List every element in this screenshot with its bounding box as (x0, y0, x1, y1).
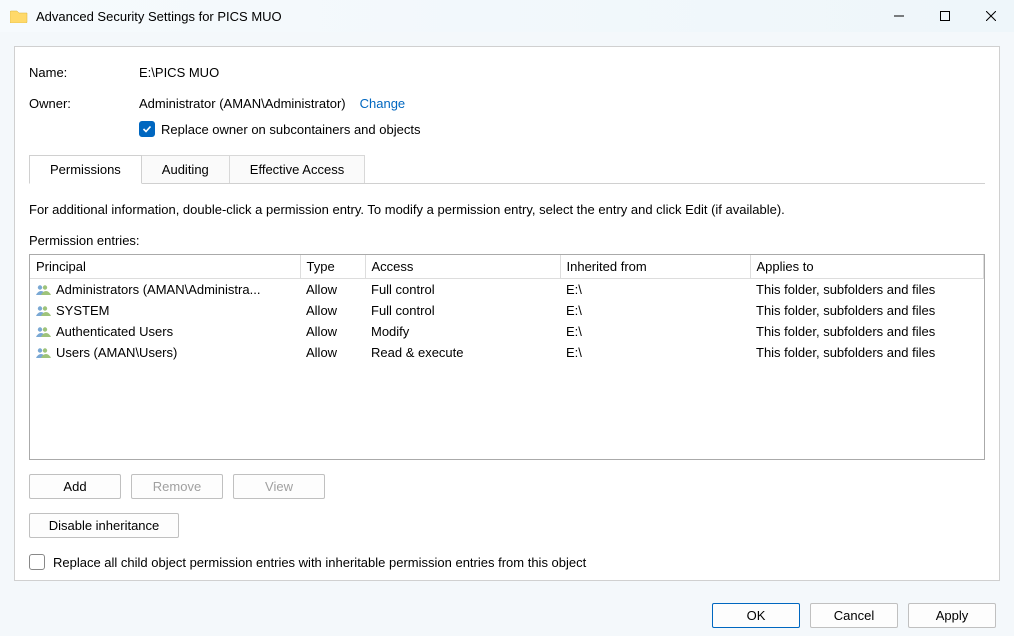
group-icon (36, 284, 52, 296)
cell-principal: Authenticated Users (56, 324, 173, 339)
replace-child-checkbox[interactable] (29, 554, 45, 570)
apply-button[interactable]: Apply (908, 603, 996, 628)
replace-owner-row[interactable]: Replace owner on subcontainers and objec… (139, 121, 985, 137)
owner-row: Owner: Administrator (AMAN\Administrator… (29, 96, 985, 111)
close-button[interactable] (968, 0, 1014, 32)
cell-access: Full control (365, 300, 560, 321)
view-button: View (233, 474, 325, 499)
tab-panel-permissions: For additional information, double-click… (29, 183, 985, 570)
cell-inherited: E:\ (560, 342, 750, 363)
replace-owner-checkbox[interactable] (139, 121, 155, 137)
window-title: Advanced Security Settings for PICS MUO (36, 9, 876, 24)
remove-button: Remove (131, 474, 223, 499)
cell-applies: This folder, subfolders and files (750, 342, 984, 363)
col-access[interactable]: Access (365, 255, 560, 279)
permissions-table[interactable]: Principal Type Access Inherited from App… (29, 254, 985, 460)
table-row[interactable]: Authenticated Users AllowModifyE:\This fo… (30, 321, 984, 342)
cell-access: Full control (365, 279, 560, 301)
content-frame: Name: E:\PICS MUO Owner: Administrator (… (14, 46, 1000, 581)
col-principal[interactable]: Principal (30, 255, 300, 279)
minimize-button[interactable] (876, 0, 922, 32)
owner-value: Administrator (AMAN\Administrator) (139, 96, 346, 111)
cell-principal: Administrators (AMAN\Administra... (56, 282, 260, 297)
cell-type: Allow (300, 321, 365, 342)
tab-effective-access[interactable]: Effective Access (229, 155, 365, 184)
col-applies[interactable]: Applies to (750, 255, 984, 279)
name-value: E:\PICS MUO (139, 65, 219, 80)
folder-icon (10, 9, 28, 23)
cell-access: Read & execute (365, 342, 560, 363)
cell-applies: This folder, subfolders and files (750, 321, 984, 342)
tab-permissions[interactable]: Permissions (29, 155, 142, 184)
cell-type: Allow (300, 300, 365, 321)
cell-type: Allow (300, 279, 365, 301)
replace-owner-label: Replace owner on subcontainers and objec… (161, 122, 420, 137)
tab-auditing[interactable]: Auditing (141, 155, 230, 184)
ok-button[interactable]: OK (712, 603, 800, 628)
col-inherited[interactable]: Inherited from (560, 255, 750, 279)
table-row[interactable]: Administrators (AMAN\Administra... AllowF… (30, 279, 984, 301)
tab-strip: Permissions Auditing Effective Access (29, 155, 985, 184)
name-row: Name: E:\PICS MUO (29, 65, 985, 80)
entries-heading: Permission entries: (29, 233, 985, 248)
name-label: Name: (29, 65, 139, 80)
add-button[interactable]: Add (29, 474, 121, 499)
table-row[interactable]: SYSTEM AllowFull controlE:\This folder, s… (30, 300, 984, 321)
dialog-buttons: OK Cancel Apply (0, 595, 1014, 636)
cell-type: Allow (300, 342, 365, 363)
replace-child-label: Replace all child object permission entr… (53, 555, 586, 570)
titlebar: Advanced Security Settings for PICS MUO (0, 0, 1014, 32)
cell-inherited: E:\ (560, 300, 750, 321)
cell-principal: Users (AMAN\Users) (56, 345, 177, 360)
maximize-button[interactable] (922, 0, 968, 32)
cell-applies: This folder, subfolders and files (750, 279, 984, 301)
col-type[interactable]: Type (300, 255, 365, 279)
replace-child-row[interactable]: Replace all child object permission entr… (29, 554, 985, 570)
cell-applies: This folder, subfolders and files (750, 300, 984, 321)
cell-inherited: E:\ (560, 321, 750, 342)
group-icon (36, 347, 52, 359)
change-owner-link[interactable]: Change (360, 96, 406, 111)
cancel-button[interactable]: Cancel (810, 603, 898, 628)
cell-access: Modify (365, 321, 560, 342)
group-icon (36, 326, 52, 338)
cell-principal: SYSTEM (56, 303, 109, 318)
disable-inheritance-button[interactable]: Disable inheritance (29, 513, 179, 538)
inheritance-buttons: Disable inheritance (29, 513, 985, 538)
table-header-row: Principal Type Access Inherited from App… (30, 255, 984, 279)
owner-label: Owner: (29, 96, 139, 111)
entry-buttons: Add Remove View (29, 474, 985, 499)
help-text: For additional information, double-click… (29, 202, 985, 217)
group-icon (36, 305, 52, 317)
table-row[interactable]: Users (AMAN\Users) AllowRead & executeE:\… (30, 342, 984, 363)
cell-inherited: E:\ (560, 279, 750, 301)
window-controls (876, 0, 1014, 32)
